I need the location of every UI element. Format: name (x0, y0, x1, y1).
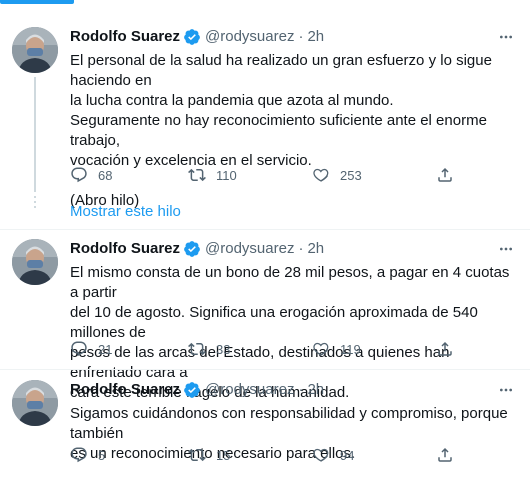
separator-dot: · (298, 240, 304, 257)
timestamp[interactable]: 2h (307, 380, 324, 400)
share-button[interactable] (436, 340, 464, 358)
heart-icon (313, 342, 329, 356)
more-options-icon[interactable] (498, 241, 514, 257)
retweet-button[interactable]: 33 (188, 340, 230, 358)
show-thread-link[interactable]: Mostrar este hilo (70, 203, 181, 220)
author-handle[interactable]: @rodysuarez (205, 27, 294, 47)
tweet-2[interactable]: Rodolfo Suarez @rodysuarez · 2h El mismo… (0, 239, 530, 401)
timestamp[interactable]: 2h (307, 27, 324, 47)
avatar[interactable] (12, 27, 58, 73)
reply-icon (71, 167, 87, 183)
author-name[interactable]: Rodolfo Suarez (70, 380, 180, 400)
share-icon (438, 341, 452, 356)
reply-count: 5 (98, 447, 106, 463)
author-handle[interactable]: @rodysuarez (205, 239, 294, 259)
author-handle[interactable]: @rodysuarez (205, 380, 294, 400)
retweet-count: 15 (216, 447, 231, 463)
retweet-icon (188, 342, 206, 356)
reply-button[interactable]: 68 (70, 166, 112, 184)
share-button[interactable] (436, 166, 464, 184)
active-tab-indicator (0, 0, 74, 4)
like-button[interactable]: 253 (312, 166, 362, 184)
retweet-button[interactable]: 15 (188, 446, 230, 464)
retweet-icon (188, 168, 206, 182)
verified-badge-icon (184, 29, 200, 45)
more-options-icon[interactable] (498, 29, 514, 45)
reply-count: 21 (98, 341, 113, 357)
retweet-icon (188, 448, 206, 462)
verified-badge-icon (184, 382, 200, 398)
avatar[interactable] (12, 380, 58, 426)
share-button[interactable] (436, 446, 464, 464)
divider (0, 369, 530, 370)
more-options-icon[interactable] (498, 382, 514, 398)
tweet-1[interactable]: Rodolfo Suarez @rodysuarez · 2h El perso… (0, 27, 530, 209)
author-name[interactable]: Rodolfo Suarez (70, 27, 180, 47)
reply-button[interactable]: 21 (70, 340, 112, 358)
separator-dot: · (298, 28, 304, 45)
retweet-count: 110 (216, 167, 237, 183)
like-button[interactable]: 119 (312, 340, 361, 358)
divider (0, 229, 530, 230)
timestamp[interactable]: 2h (307, 239, 324, 259)
reply-count: 68 (98, 167, 113, 183)
retweet-button[interactable]: 110 (188, 166, 237, 184)
retweet-count: 33 (216, 341, 231, 357)
heart-icon (313, 168, 329, 182)
like-button[interactable]: 94 (312, 446, 354, 464)
like-count: 94 (340, 447, 355, 463)
tweet-3[interactable]: Rodolfo Suarez @rodysuarez · 2h Sigamos … (0, 380, 530, 483)
reply-icon (71, 447, 87, 463)
like-count: 253 (340, 167, 362, 183)
share-icon (438, 167, 452, 182)
share-icon (438, 447, 452, 462)
author-name[interactable]: Rodolfo Suarez (70, 239, 180, 259)
reply-icon (71, 341, 87, 357)
verified-badge-icon (184, 241, 200, 257)
avatar[interactable] (12, 239, 58, 285)
thread-connector (34, 77, 36, 192)
tweet-text: El personal de la salud ha realizado un … (70, 52, 492, 209)
reply-button[interactable]: 5 (70, 446, 105, 464)
like-count: 119 (340, 341, 361, 357)
thread-gap-dots (33, 196, 37, 211)
heart-icon (313, 448, 329, 462)
separator-dot: · (298, 381, 304, 398)
